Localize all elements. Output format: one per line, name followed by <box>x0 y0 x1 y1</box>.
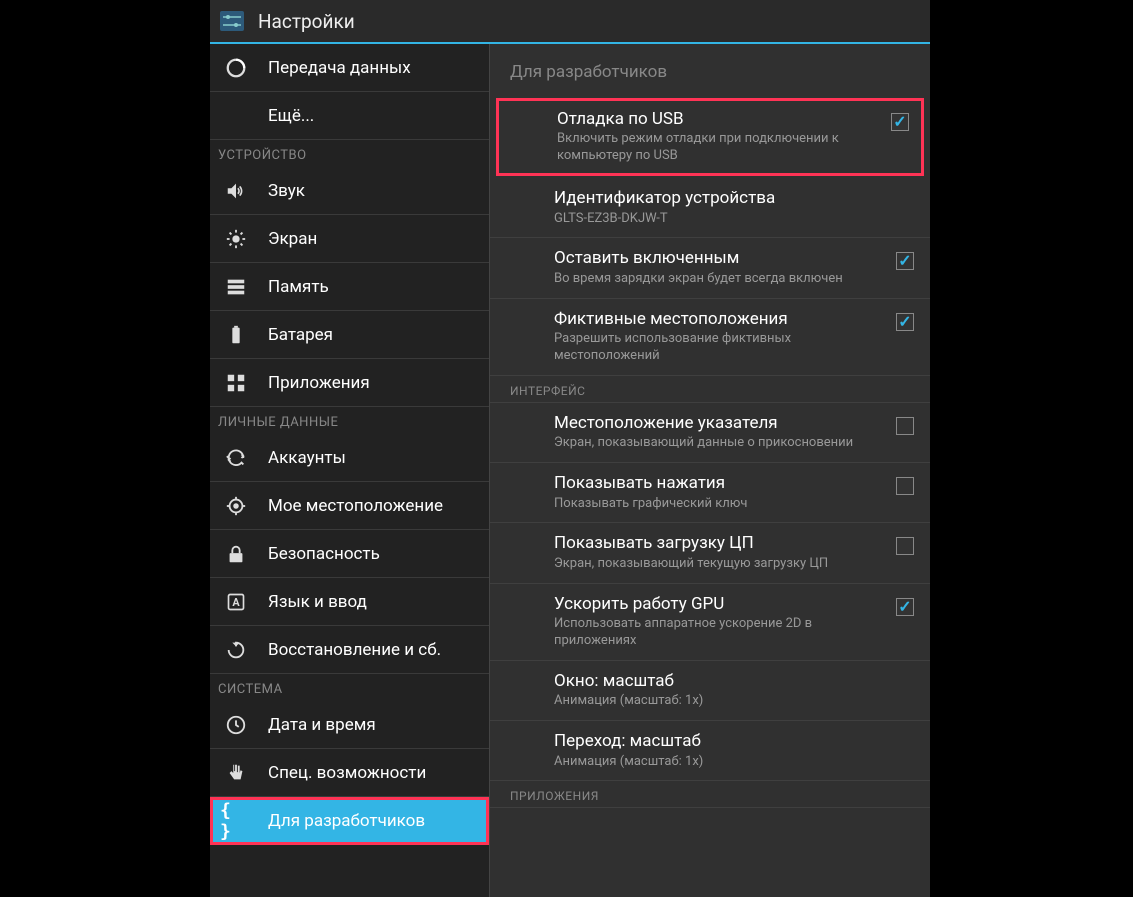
checkbox-icon[interactable] <box>896 417 914 435</box>
pref-title: Оставить включенным <box>554 248 886 268</box>
checkbox-icon[interactable] <box>896 598 914 616</box>
sidebar-item-location[interactable]: Мое местоположение <box>210 482 489 530</box>
braces-icon: { } <box>220 805 252 837</box>
language-icon: A <box>220 586 252 618</box>
pref-mock-locations[interactable]: Фиктивные местоположения Разрешить испол… <box>490 299 930 376</box>
checkbox-icon[interactable] <box>896 313 914 331</box>
sidebar-item-developer[interactable]: { } Для разработчиков <box>210 797 489 845</box>
sidebar-item-label: Звук <box>268 181 305 201</box>
pref-title: Окно: масштаб <box>554 671 906 691</box>
sidebar-item-label: Память <box>268 277 329 297</box>
body: Передача данных Ещё... УСТРОЙСТВО Звук Э… <box>210 44 930 897</box>
volume-icon <box>220 175 252 207</box>
sidebar-item-label: Дата и время <box>268 715 376 735</box>
checkbox-icon[interactable] <box>896 537 914 555</box>
checkbox-icon[interactable] <box>896 252 914 270</box>
sidebar-item-security[interactable]: Безопасность <box>210 530 489 578</box>
pref-summary: Использовать аппаратное ускорение 2D в п… <box>554 616 886 650</box>
pref-show-cpu[interactable]: Показывать загрузку ЦП Экран, показывающ… <box>490 523 930 583</box>
content-pane: Для разработчиков Отладка по USB Включит… <box>490 44 930 897</box>
pref-stay-awake[interactable]: Оставить включенным Во время зарядки экр… <box>490 238 930 298</box>
sidebar-item-accounts[interactable]: Аккаунты <box>210 434 489 482</box>
storage-icon <box>220 271 252 303</box>
sidebar-item-label: Спец. возможности <box>268 763 426 783</box>
category-apps: ПРИЛОЖЕНИЯ <box>490 781 930 808</box>
pref-summary: Анимация (масштаб: 1x) <box>554 693 906 710</box>
brightness-icon <box>220 223 252 255</box>
pref-transition-anim[interactable]: Переход: масштаб Анимация (масштаб: 1x) <box>490 721 930 781</box>
category-interface: ИНТЕРФЕЙС <box>490 376 930 403</box>
battery-icon <box>220 319 252 351</box>
pref-window-anim[interactable]: Окно: масштаб Анимация (масштаб: 1x) <box>490 661 930 721</box>
pref-summary: Во время зарядки экран будет всегда вклю… <box>554 271 886 288</box>
sidebar-item-backup[interactable]: Восстановление и сб. <box>210 626 489 674</box>
sidebar-item-label: Аккаунты <box>268 448 346 468</box>
header: Настройки <box>210 0 930 44</box>
section-personal: ЛИЧНЫЕ ДАННЫЕ <box>210 407 489 434</box>
sidebar-item-label: Восстановление и сб. <box>268 640 441 660</box>
pref-summary: Экран, показывающий текущую загрузку ЦП <box>554 556 886 573</box>
pref-title: Ускорить работу GPU <box>554 594 886 614</box>
blank-icon <box>220 100 252 132</box>
sidebar-item-label: Ещё... <box>268 106 314 126</box>
data-usage-icon <box>220 52 252 84</box>
sidebar-item-data-usage[interactable]: Передача данных <box>210 44 489 92</box>
pref-title: Показывать нажатия <box>554 473 886 493</box>
sidebar-item-label: Батарея <box>268 325 333 345</box>
pref-title: Отладка по USB <box>557 109 881 129</box>
lock-icon <box>220 538 252 570</box>
apps-icon <box>220 367 252 399</box>
sidebar-item-label: Язык и ввод <box>268 592 367 612</box>
pref-show-touches[interactable]: Показывать нажатия Показывать графически… <box>490 463 930 523</box>
pref-device-id[interactable]: Идентификатор устройства GLTS-EZ3B-DKJW-… <box>490 178 930 238</box>
section-system: СИСТЕМА <box>210 674 489 701</box>
sidebar-item-datetime[interactable]: Дата и время <box>210 701 489 749</box>
pref-summary: Анимация (масштаб: 1x) <box>554 754 906 771</box>
pref-summary: Включить режим отладки при подключении к… <box>557 131 881 165</box>
pref-title: Идентификатор устройства <box>554 188 906 208</box>
checkbox-icon[interactable] <box>891 113 909 131</box>
svg-text:A: A <box>232 596 240 609</box>
header-title: Настройки <box>258 10 355 33</box>
pref-title: Переход: масштаб <box>554 731 906 751</box>
sidebar-item-label: Безопасность <box>268 544 380 564</box>
pref-summary: Разрешить использование фиктивных местоп… <box>554 331 886 365</box>
clock-icon <box>220 709 252 741</box>
pref-force-gpu[interactable]: Ускорить работу GPU Использовать аппарат… <box>490 584 930 661</box>
pref-usb-debugging[interactable]: Отладка по USB Включить режим отладки пр… <box>496 98 924 176</box>
pref-title: Фиктивные местоположения <box>554 309 886 329</box>
sidebar-item-label: Приложения <box>268 373 370 393</box>
sidebar-item-language[interactable]: A Язык и ввод <box>210 578 489 626</box>
sidebar-item-sound[interactable]: Звук <box>210 167 489 215</box>
sidebar: Передача данных Ещё... УСТРОЙСТВО Звук Э… <box>210 44 490 897</box>
hand-icon <box>220 757 252 789</box>
backup-icon <box>220 634 252 666</box>
checkbox-icon[interactable] <box>896 477 914 495</box>
settings-window: Настройки Передача данных Ещё... УСТРОЙС… <box>210 0 930 897</box>
location-icon <box>220 490 252 522</box>
settings-icon <box>218 7 246 35</box>
pref-title: Местоположение указателя <box>554 413 886 433</box>
section-device: УСТРОЙСТВО <box>210 140 489 167</box>
sidebar-item-accessibility[interactable]: Спец. возможности <box>210 749 489 797</box>
pref-summary: Экран, показывающий данные о прикосновен… <box>554 435 886 452</box>
sidebar-item-label: Для разработчиков <box>268 811 425 831</box>
sidebar-item-display[interactable]: Экран <box>210 215 489 263</box>
sync-icon <box>220 442 252 474</box>
pref-summary: Показывать графический ключ <box>554 496 886 513</box>
pref-title: Показывать загрузку ЦП <box>554 533 886 553</box>
pref-summary: GLTS-EZ3B-DKJW-T <box>554 211 906 228</box>
content-title: Для разработчиков <box>490 44 930 96</box>
sidebar-item-label: Экран <box>268 229 317 249</box>
sidebar-item-label: Передача данных <box>268 58 411 78</box>
pref-pointer-location[interactable]: Местоположение указателя Экран, показыва… <box>490 403 930 463</box>
sidebar-item-battery[interactable]: Батарея <box>210 311 489 359</box>
sidebar-item-apps[interactable]: Приложения <box>210 359 489 407</box>
sidebar-item-more[interactable]: Ещё... <box>210 92 489 140</box>
sidebar-item-storage[interactable]: Память <box>210 263 489 311</box>
sidebar-item-label: Мое местоположение <box>268 496 443 516</box>
